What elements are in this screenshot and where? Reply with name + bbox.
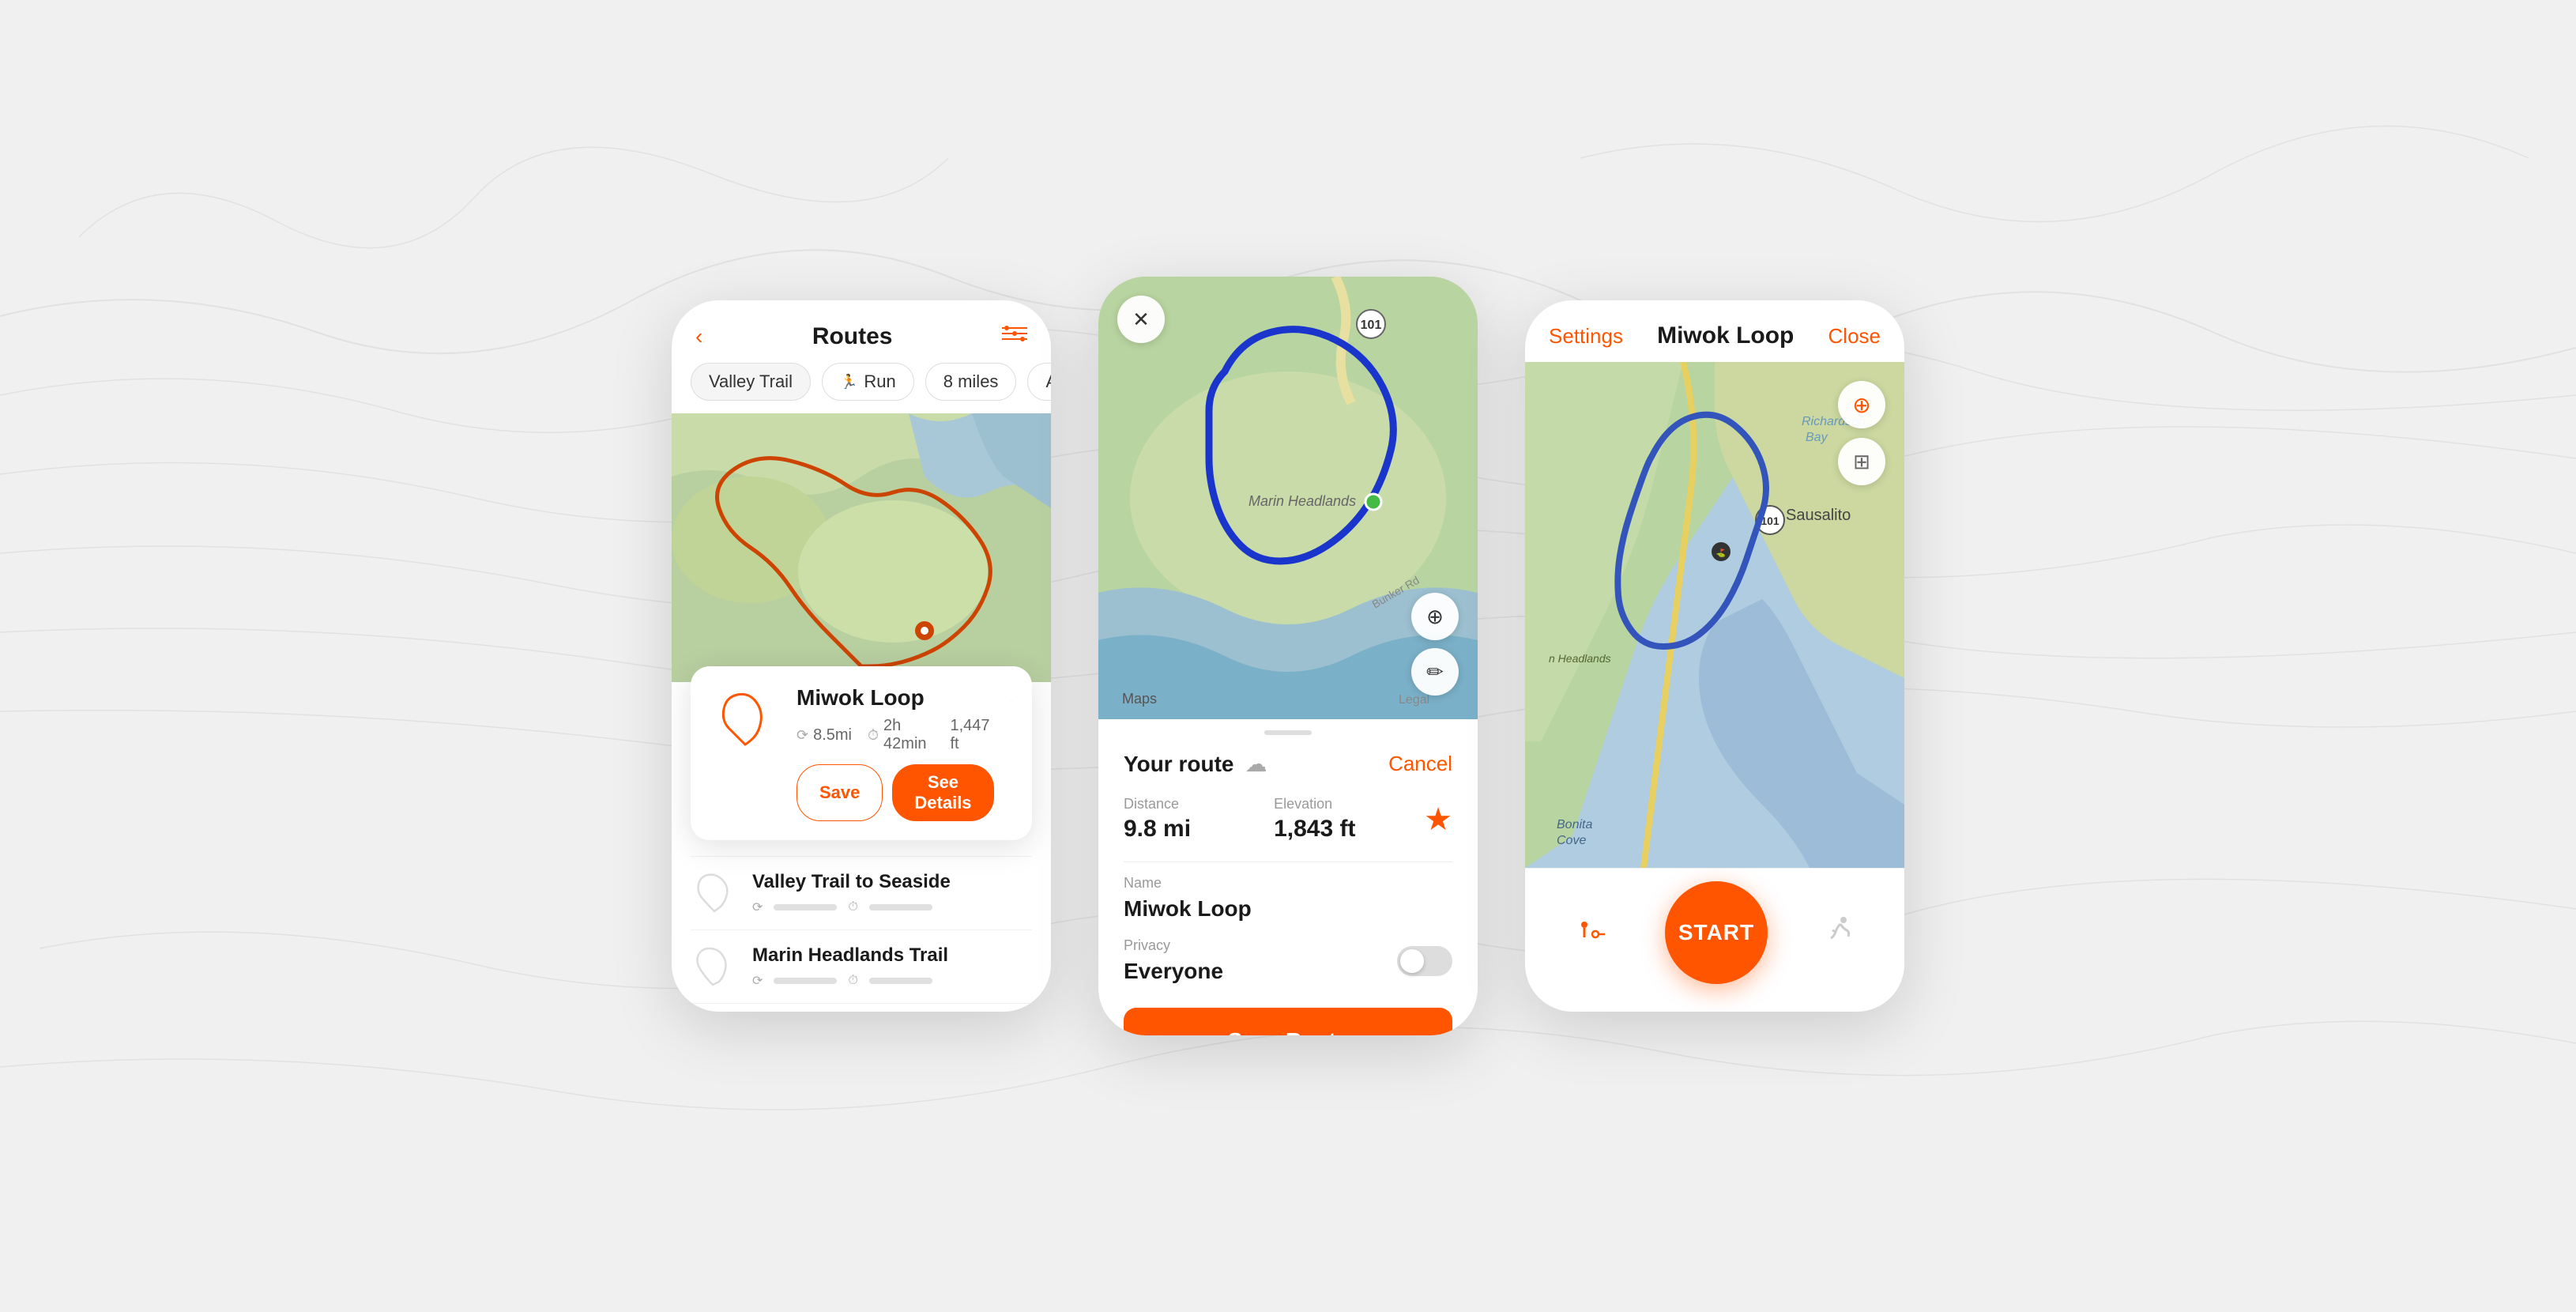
routes-list: Valley Trail to Seaside ⟳ ⏱ Marin Headla… <box>672 840 1051 1003</box>
back-button[interactable]: ‹ <box>695 324 702 349</box>
clock-icon: ⏱ <box>868 727 879 744</box>
filter-icon[interactable] <box>1002 322 1027 350</box>
filter-distance-label: 8 miles <box>943 371 999 392</box>
svg-text:Sausalito: Sausalito <box>1786 507 1851 524</box>
route-duration: 2h 42min <box>883 717 934 753</box>
route-map[interactable] <box>672 413 1051 682</box>
route-name: Miwok Loop <box>797 685 994 711</box>
routes-tab-icon <box>1578 918 1606 947</box>
svg-text:101: 101 <box>1361 319 1382 332</box>
route-save-content: Your route ☁ Cancel Distance 9.8 mi Elev… <box>1098 735 1478 1035</box>
route-detail-map[interactable]: 101 Maps Legal Marin Headlands Bunker Rd… <box>1098 277 1478 719</box>
toggle-thumb <box>1400 949 1424 973</box>
close-button[interactable]: ✕ <box>1117 296 1165 343</box>
svg-text:Legal: Legal <box>1399 693 1429 707</box>
phone-save-route: 101 Maps Legal Marin Headlands Bunker Rd… <box>1098 277 1478 1035</box>
filter-run[interactable]: 🏃 Run <box>822 363 914 401</box>
settings-button[interactable]: Settings <box>1549 324 1623 349</box>
privacy-row: Privacy Everyone <box>1124 937 1452 984</box>
routes-tab[interactable] <box>1578 918 1606 947</box>
cancel-button[interactable]: Cancel <box>1388 752 1452 776</box>
svg-text:Marin Headlands: Marin Headlands <box>1248 493 1356 509</box>
location-icon: ⊕ <box>1852 392 1870 418</box>
phone-miwok-loop: Settings Miwok Loop Close 101 <box>1525 300 1904 1012</box>
svg-text:n Headlands: n Headlands <box>1549 652 1611 665</box>
route-mini-map <box>710 685 781 748</box>
privacy-label: Privacy <box>1124 937 1223 954</box>
routes-header: ‹ Routes <box>672 300 1051 363</box>
phones-container: ‹ Routes Valley Trail <box>672 277 1904 1035</box>
run-icon: 🏃 <box>840 374 857 390</box>
divider <box>1124 861 1452 862</box>
route-stats: ⟳ 8.5mi ⏱ 2h 42min 1,447 ft <box>797 717 994 753</box>
miwok-header: Settings Miwok Loop Close <box>1525 300 1904 362</box>
svg-text:Maps: Maps <box>1122 691 1157 707</box>
favorite-star[interactable]: ★ <box>1424 801 1452 838</box>
edit-icon: ✏ <box>1426 660 1444 684</box>
list-item[interactable]: Marin Headlands Trail ⟳ ⏱ <box>691 929 1032 1003</box>
route-icon <box>691 945 738 988</box>
phone-routes: ‹ Routes Valley Trail <box>672 300 1051 1012</box>
close-icon: ✕ <box>1132 307 1150 332</box>
details-button[interactable]: See Details <box>892 764 993 821</box>
list-item[interactable]: Valley Trail to Seaside ⟳ ⏱ <box>691 856 1032 929</box>
routes-title: Routes <box>812 323 893 350</box>
location-button[interactable]: ⊕ <box>1838 381 1885 428</box>
elevation-chart <box>1010 685 1013 717</box>
distance-value: 9.8 mi <box>1124 816 1242 843</box>
edit-button[interactable]: ✏ <box>1411 648 1459 696</box>
filter-elevation[interactable]: Any E <box>1027 363 1051 401</box>
layers-button[interactable]: ⊞ <box>1838 438 1885 485</box>
layers-icon: ⊞ <box>1853 450 1870 474</box>
cloud-icon: ☁ <box>1245 751 1267 777</box>
svg-text:Bay: Bay <box>1806 431 1828 444</box>
elevation-value: 1,843 ft <box>1274 816 1392 843</box>
route-elevation: 1,447 ft <box>950 717 993 753</box>
start-button[interactable]: START <box>1665 881 1768 984</box>
location-button[interactable]: ⊕ <box>1411 593 1459 640</box>
name-value: Miwok Loop <box>1124 896 1452 922</box>
route-actions: Save See Details <box>797 764 994 821</box>
filter-run-label: Run <box>864 371 895 392</box>
list-route-stats: ⟳ ⏱ <box>752 973 1032 989</box>
privacy-toggle[interactable] <box>1397 946 1452 976</box>
sketch-route-row[interactable]: ✏ Sketch a Route › <box>672 1003 1051 1012</box>
list-route-name: Valley Trail to Seaside <box>752 871 1032 893</box>
filter-label: Valley Trail <box>709 371 793 392</box>
featured-route-card: Miwok Loop ⟳ 8.5mi ⏱ 2h 42min 1,447 ft <box>691 666 1032 840</box>
filter-distance[interactable]: 8 miles <box>925 363 1017 401</box>
close-button[interactable]: Close <box>1828 324 1881 349</box>
svg-text:⛳: ⛳ <box>1716 548 1726 558</box>
svg-text:Cove: Cove <box>1557 834 1586 847</box>
run-tab[interactable] <box>1826 916 1851 949</box>
miwok-title: Miwok Loop <box>1657 322 1794 349</box>
name-label: Name <box>1124 875 1452 892</box>
distance-icon: ⟳ <box>797 727 808 744</box>
svg-text:Bonita: Bonita <box>1557 818 1592 831</box>
route-stats-row: Distance 9.8 mi Elevation 1,843 ft ★ <box>1124 796 1452 843</box>
filter-elevation-label: Any E <box>1045 371 1051 392</box>
save-route-button[interactable]: Save Route <box>1124 1008 1452 1035</box>
name-field: Name Miwok Loop <box>1124 875 1452 922</box>
filter-bar: Valley Trail 🏃 Run 8 miles Any E <box>672 363 1051 413</box>
distance-label: Distance <box>1124 796 1242 812</box>
privacy-value: Everyone <box>1124 959 1223 984</box>
save-button[interactable]: Save <box>797 764 883 821</box>
list-route-name: Marin Headlands Trail <box>752 944 1032 967</box>
run-tab-icon <box>1826 916 1851 949</box>
route-icon <box>691 872 738 914</box>
list-route-stats: ⟳ ⏱ <box>752 899 1032 915</box>
route-distance: 8.5mi <box>813 726 852 745</box>
filter-valley-trail[interactable]: Valley Trail <box>691 363 811 401</box>
location-icon: ⊕ <box>1426 605 1444 629</box>
route-save-header: Your route ☁ Cancel <box>1124 751 1452 777</box>
miwok-map[interactable]: 101 Sausalito Richardson Bay Bonita Cove… <box>1525 362 1904 868</box>
bottom-nav: START <box>1525 868 1904 984</box>
elevation-label: Elevation <box>1274 796 1392 812</box>
your-route-label: Your route <box>1124 752 1233 777</box>
